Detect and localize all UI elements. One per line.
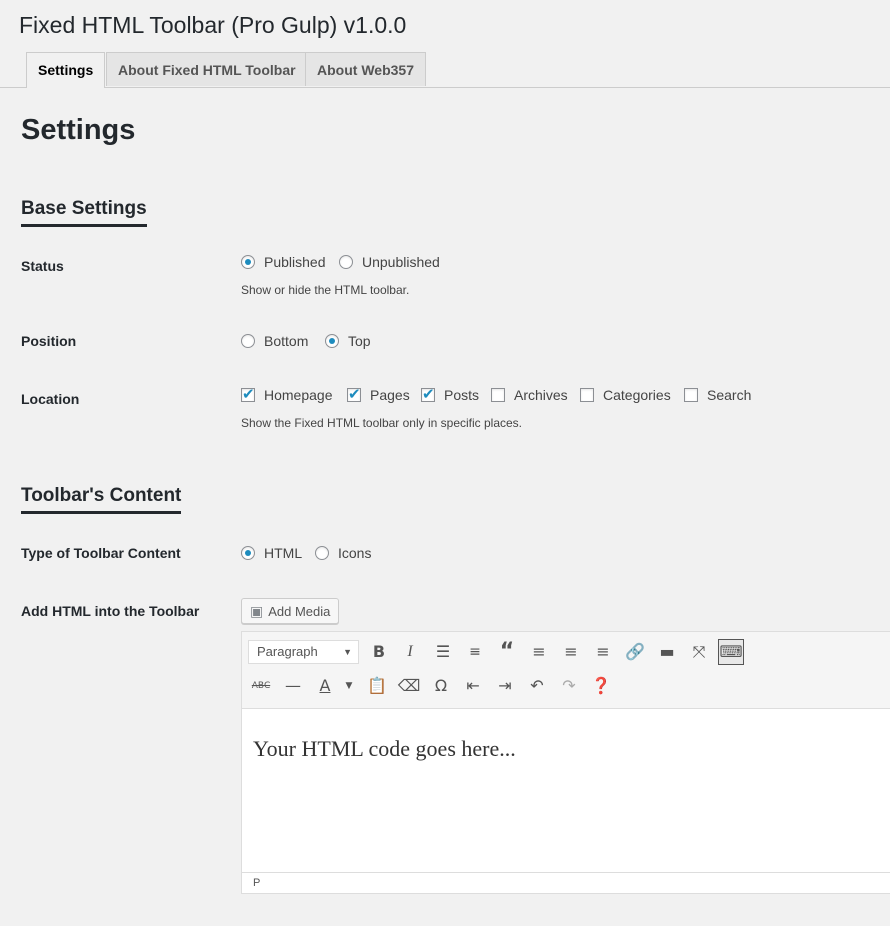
location-archives-label: Archives: [514, 387, 568, 403]
content-type-html-option[interactable]: HTML: [241, 545, 302, 561]
special-character-icon[interactable]: Ω: [428, 673, 454, 699]
chevron-down-icon: ▼: [343, 647, 352, 657]
add-media-label: Add Media: [268, 603, 331, 619]
location-search-option[interactable]: Search: [684, 387, 751, 403]
format-select-value: Paragraph: [257, 644, 318, 659]
clear-formatting-icon[interactable]: ⌫: [396, 673, 422, 699]
italic-icon[interactable]: I: [397, 639, 423, 665]
position-bottom-radio[interactable]: [241, 334, 255, 348]
content-type-html-radio[interactable]: [241, 546, 255, 560]
location-categories-label: Categories: [603, 387, 671, 403]
fullscreen-icon[interactable]: ⤧: [686, 639, 712, 665]
content-type-icons-option[interactable]: Icons: [315, 545, 371, 561]
editor-content[interactable]: Your HTML code goes here...: [253, 736, 516, 762]
tab-about-fixed-html-toolbar[interactable]: About Fixed HTML Toolbar: [106, 52, 308, 86]
location-categories-checkbox[interactable]: [580, 388, 594, 402]
location-pages-checkbox[interactable]: [347, 385, 361, 403]
position-bottom-label: Bottom: [264, 333, 309, 349]
horizontal-line-icon[interactable]: —: [280, 673, 306, 699]
content-type-html-label: HTML: [264, 545, 303, 561]
location-archives-checkbox[interactable]: [491, 388, 505, 402]
tab-bar: Settings About Fixed HTML Toolbar About …: [0, 52, 890, 88]
location-posts-option[interactable]: Posts: [421, 385, 480, 403]
location-pages-option[interactable]: Pages: [347, 385, 410, 403]
blockquote-icon[interactable]: “: [494, 639, 520, 665]
status-label: Status: [21, 258, 64, 274]
location-homepage-checkbox[interactable]: [241, 385, 255, 403]
section-title-base-settings: Base Settings: [21, 198, 147, 227]
location-pages-label: Pages: [370, 387, 410, 403]
status-published-label: Published: [264, 254, 326, 270]
content-type-label: Type of Toolbar Content: [21, 545, 181, 561]
location-label: Location: [21, 391, 80, 407]
location-posts-checkbox[interactable]: [421, 385, 435, 403]
add-html-label: Add HTML into the Toolbar: [21, 603, 200, 619]
align-right-icon[interactable]: ≡: [590, 639, 616, 665]
plugin-title: Fixed HTML Toolbar (Pro Gulp) v1.0.0: [19, 12, 407, 38]
align-left-icon[interactable]: ≡: [526, 639, 552, 665]
location-homepage-label: Homepage: [264, 387, 333, 403]
location-search-checkbox[interactable]: [684, 388, 698, 402]
indent-icon[interactable]: ⇥: [492, 673, 518, 699]
numbered-list-icon[interactable]: ≡: [462, 639, 488, 665]
help-icon[interactable]: ❓: [588, 673, 614, 699]
status-unpublished-label: Unpublished: [362, 254, 440, 270]
location-search-label: Search: [707, 387, 752, 403]
status-published-option[interactable]: Published: [241, 254, 326, 270]
tab-settings[interactable]: Settings: [26, 52, 106, 88]
strikethrough-icon[interactable]: ABC: [248, 673, 274, 699]
position-top-radio[interactable]: [325, 334, 339, 348]
tab-about-web357[interactable]: About Web357: [305, 52, 426, 86]
location-homepage-option[interactable]: Homepage: [241, 385, 333, 403]
undo-icon[interactable]: ↶: [524, 673, 550, 699]
editor-toolbar: Paragraph ▼ B I ☰ ≡ “ ≡ ≡ ≡ 🔗 ▬ ⤧ ⌨ ABC …: [242, 632, 890, 709]
add-media-button[interactable]: ▣ Add Media: [241, 598, 340, 624]
position-top-label: Top: [348, 333, 371, 349]
text-color-dropdown-icon[interactable]: ▼: [336, 673, 362, 699]
add-media-icon: ▣: [250, 602, 264, 619]
location-description: Show the Fixed HTML toolbar only in spec…: [241, 416, 523, 430]
format-select[interactable]: Paragraph ▼: [248, 640, 359, 664]
toolbar-toggle-icon[interactable]: ⌨: [718, 639, 744, 665]
link-icon[interactable]: 🔗: [622, 639, 648, 665]
status-unpublished-option[interactable]: Unpublished: [339, 254, 440, 270]
content-type-icons-radio[interactable]: [315, 546, 329, 560]
bold-icon[interactable]: B: [366, 639, 392, 665]
location-posts-label: Posts: [444, 387, 480, 403]
position-top-option[interactable]: Top: [325, 333, 371, 349]
content-type-icons-label: Icons: [338, 545, 372, 561]
status-published-radio[interactable]: [241, 255, 255, 269]
editor-status-path[interactable]: P: [242, 872, 890, 893]
location-archives-option[interactable]: Archives: [491, 387, 568, 403]
bullet-list-icon[interactable]: ☰: [430, 639, 456, 665]
read-more-icon[interactable]: ▬: [654, 639, 680, 665]
outdent-icon[interactable]: ⇤: [460, 673, 486, 699]
paste-text-icon[interactable]: 📋: [364, 673, 390, 699]
location-categories-option[interactable]: Categories: [580, 387, 671, 403]
position-label: Position: [21, 333, 77, 349]
status-unpublished-radio[interactable]: [339, 255, 353, 269]
page-title: Settings: [21, 114, 136, 146]
position-bottom-option[interactable]: Bottom: [241, 333, 308, 349]
text-color-icon[interactable]: A: [312, 673, 338, 699]
redo-icon[interactable]: ↷: [556, 673, 582, 699]
align-center-icon[interactable]: ≡: [558, 639, 584, 665]
html-editor: Paragraph ▼ B I ☰ ≡ “ ≡ ≡ ≡ 🔗 ▬ ⤧ ⌨ ABC …: [241, 631, 890, 894]
status-description: Show or hide the HTML toolbar.: [241, 283, 410, 297]
section-title-toolbar-content: Toolbar's Content: [21, 485, 182, 514]
